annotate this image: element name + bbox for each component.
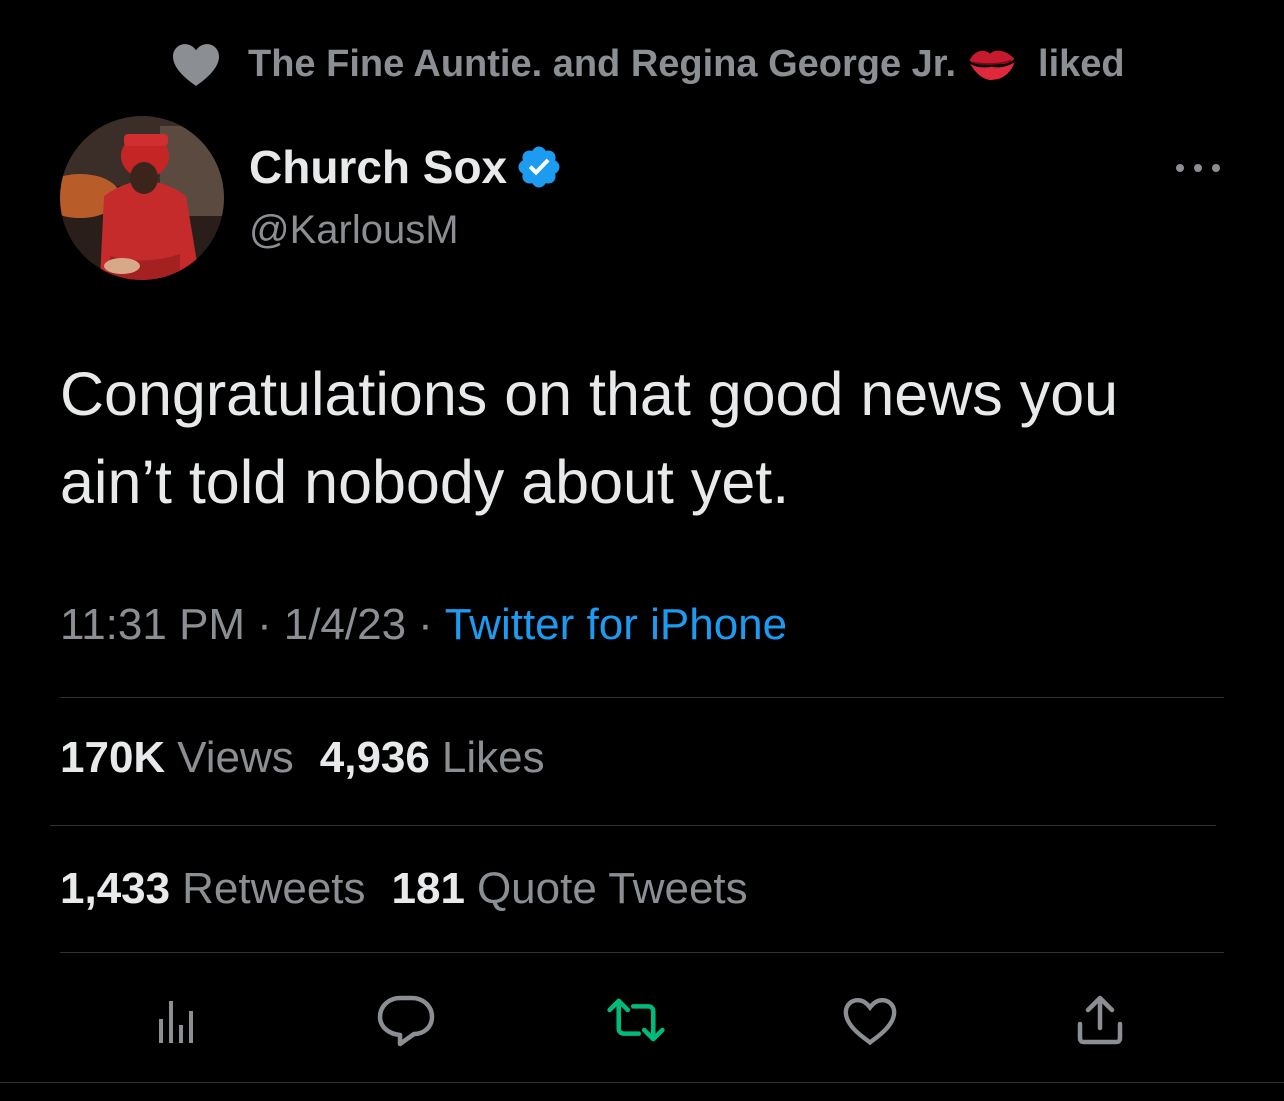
liked-label: liked: [1038, 42, 1125, 85]
kiss-mark-emoji: [969, 50, 1015, 81]
views-count: 170K: [60, 733, 166, 782]
verified-badge-icon: [518, 146, 560, 188]
stats-row-views-likes: 170K Views 4,936 Likes: [60, 733, 571, 783]
tweet-meta: 11:31 PM · 1/4/23 · Twitter for iPhone: [60, 600, 787, 650]
more-options-icon[interactable]: [1170, 150, 1226, 186]
social-context: The Fine Auntie. and Regina George Jr. l…: [170, 36, 1125, 92]
tweet-text-line: ain’t told nobody about yet.: [60, 448, 790, 516]
quote-tweets-count: 181: [391, 864, 465, 913]
retweet-button[interactable]: [606, 990, 666, 1050]
quote-tweets-label: Quote Tweets: [476, 864, 748, 913]
share-button[interactable]: [1070, 990, 1130, 1050]
liked-by-names[interactable]: The Fine Auntie. and Regina George Jr.: [248, 43, 956, 86]
divider: [60, 697, 1224, 698]
display-name[interactable]: Church Sox: [249, 140, 507, 194]
avatar-image: [60, 116, 224, 280]
divider: [50, 825, 1216, 826]
reply-icon: [377, 995, 435, 1047]
like-button[interactable]: [840, 990, 900, 1050]
retweets-label: Retweets: [182, 864, 366, 913]
tweet-text-line: Congratulations on that good news you: [60, 360, 1119, 428]
tweet-client-link[interactable]: Twitter for iPhone: [445, 600, 787, 650]
heart-icon: [173, 44, 219, 86]
like-icon: [843, 998, 897, 1046]
views-stat[interactable]: 170K Views: [60, 733, 320, 783]
stats-row-retweets-quotes: 1,433 Retweets 181 Quote Tweets: [60, 864, 774, 914]
separator-dot: ·: [418, 600, 433, 649]
avatar[interactable]: [60, 116, 224, 280]
retweets-count: 1,433: [60, 864, 171, 913]
tweet-text: Congratulations on that good news you ai…: [60, 350, 1240, 526]
tweet-time[interactable]: 11:31 PM: [60, 600, 245, 650]
tweet-date[interactable]: 1/4/23: [284, 600, 406, 650]
author-block[interactable]: Church Sox @KarlousM: [249, 140, 563, 253]
views-label: Views: [177, 733, 294, 782]
quote-tweets-stat[interactable]: 181 Quote Tweets: [392, 864, 774, 914]
analytics-icon: [159, 1001, 193, 1043]
likes-count: 4,936: [319, 733, 430, 782]
share-icon: [1077, 995, 1123, 1045]
likes-label: Likes: [441, 733, 545, 782]
likes-stat[interactable]: 4,936 Likes: [320, 733, 571, 783]
handle[interactable]: @KarlousM: [249, 208, 563, 253]
reply-button[interactable]: [376, 990, 436, 1050]
analytics-button[interactable]: [148, 990, 208, 1050]
separator-dot: ·: [257, 600, 272, 649]
divider: [0, 1082, 1284, 1083]
divider: [60, 952, 1224, 953]
retweet-icon: [607, 998, 665, 1042]
retweets-stat[interactable]: 1,433 Retweets: [60, 864, 392, 914]
